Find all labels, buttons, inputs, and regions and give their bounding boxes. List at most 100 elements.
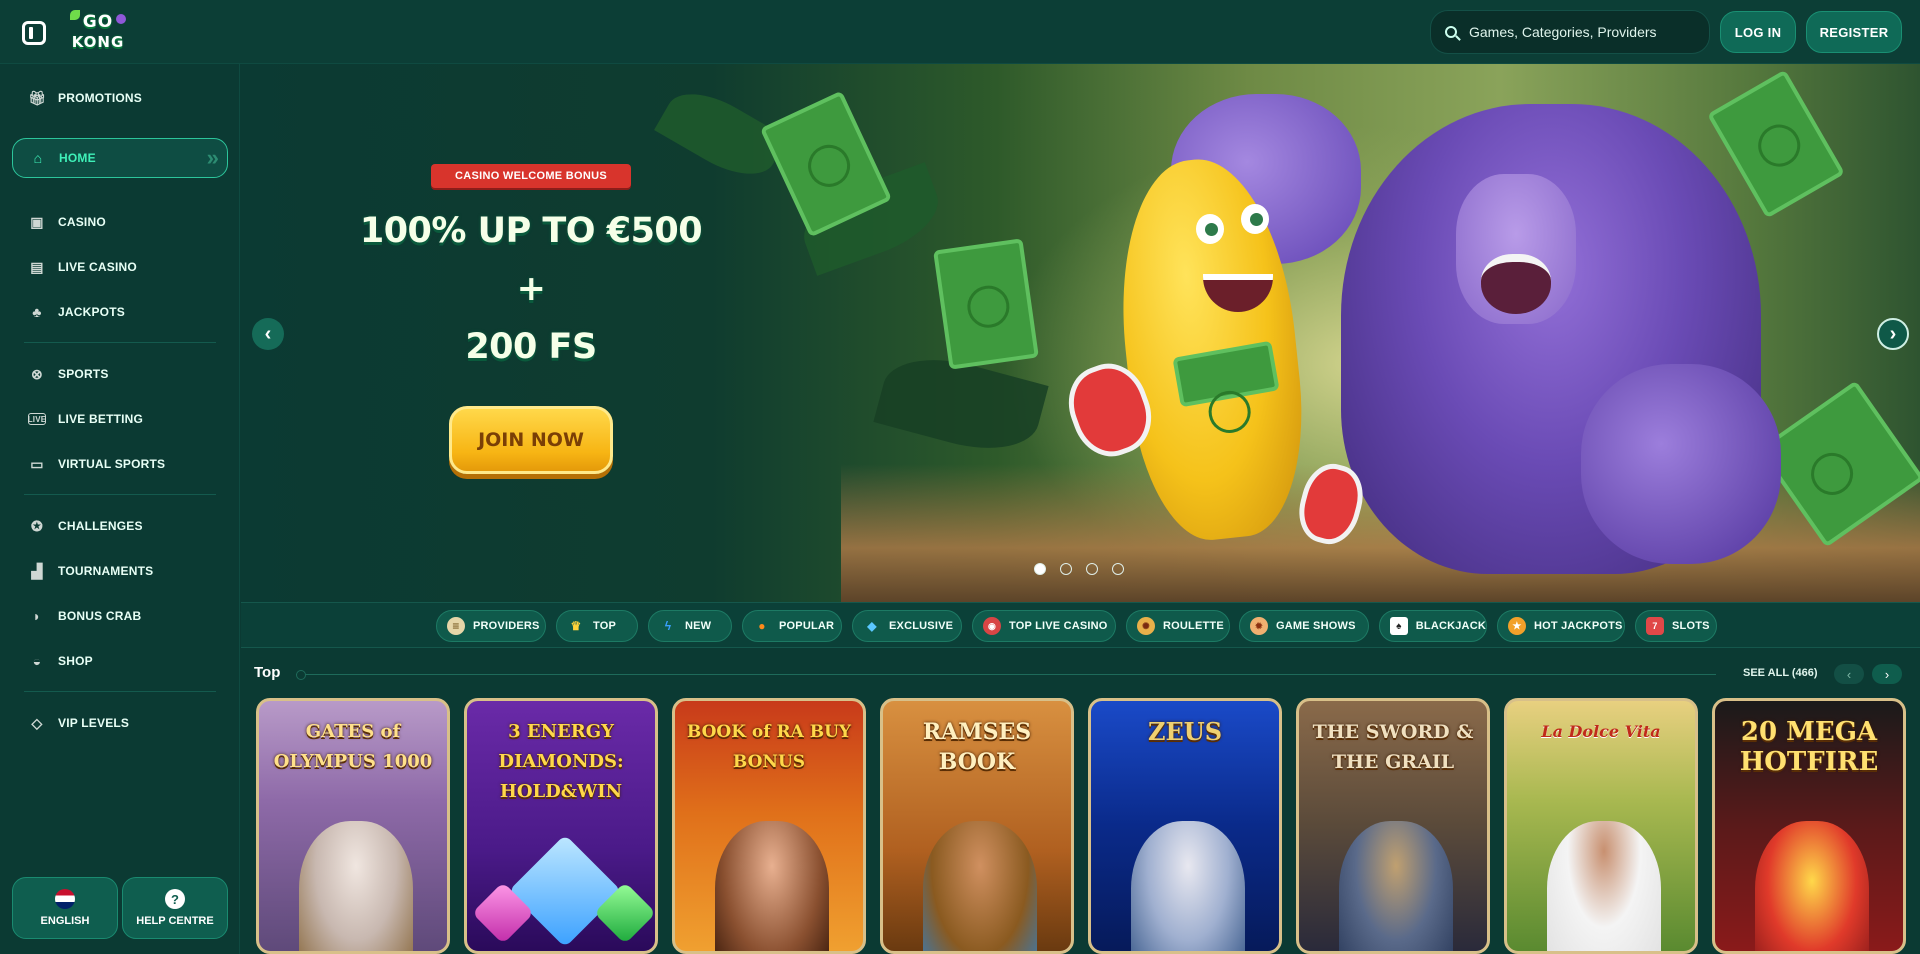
game-card[interactable]: 3 ENERGY DIAMONDS: HOLD&WIN	[464, 698, 658, 954]
category-popular[interactable]: ● POPULAR	[742, 610, 842, 642]
zeus-figure	[299, 821, 413, 951]
category-bar: ≡ PROVIDERS ♛ TOP ϟ NEW ● POPULAR ◆ EXCL…	[241, 602, 1920, 648]
roulette-icon: ✺	[1137, 617, 1155, 635]
category-blackjack[interactable]: ♠ BLACKJACK	[1379, 610, 1487, 642]
sidebar-item-bonus-crab[interactable]: ◗ BONUS CRAB	[12, 596, 228, 636]
register-button[interactable]: REGISTER	[1806, 11, 1902, 53]
sidebar-item-label: BONUS CRAB	[58, 609, 142, 623]
carousel-dot[interactable]	[1034, 563, 1046, 575]
section-divider	[296, 670, 1716, 680]
sidebar-item-live-casino[interactable]: ▤ LIVE CASINO	[12, 247, 228, 287]
game-card[interactable]: BOOK of RA BUY BONUS	[672, 698, 866, 954]
category-label: GAME SHOWS	[1276, 620, 1356, 632]
question-icon: ?	[165, 889, 185, 909]
sidebar-divider	[24, 691, 216, 692]
knight-figure	[1339, 821, 1453, 951]
games-prev-button[interactable]: ‹	[1834, 664, 1864, 684]
category-label: HOT JACKPOTS	[1534, 620, 1623, 632]
sidebar-item-challenges[interactable]: ✪ CHALLENGES	[12, 506, 228, 546]
chip-icon: ◉	[983, 617, 1001, 635]
game-card[interactable]: THE SWORD & THE GRAIL	[1296, 698, 1490, 954]
lightning-icon: ϟ	[664, 619, 672, 633]
see-all-link[interactable]: SEE ALL (466)	[1743, 667, 1818, 679]
category-game-shows[interactable]: ✹ GAME SHOWS	[1239, 610, 1369, 642]
category-label: TOP LIVE CASINO	[1009, 620, 1108, 632]
game-card[interactable]: La Dolce Vita	[1504, 698, 1698, 954]
jester-figure	[1755, 821, 1869, 951]
category-exclusive[interactable]: ◆ EXCLUSIVE	[852, 610, 962, 642]
category-label: PROVIDERS	[473, 620, 540, 632]
game-title: RAMSES BOOK	[922, 719, 1032, 775]
search-input[interactable]	[1469, 24, 1699, 40]
search-icon	[1445, 26, 1457, 38]
wheel-icon: ✹	[1250, 617, 1268, 635]
sidebar-item-tournaments[interactable]: ▟ TOURNAMENTS	[12, 551, 228, 591]
sidebar-item-promotions[interactable]: 🎁︎ PROMOTIONS	[12, 78, 228, 118]
language-button[interactable]: ENGLISH	[12, 877, 118, 939]
blue-diamond-icon	[508, 834, 622, 948]
hero-banner[interactable]: CASINO WELCOME BONUS 100% UP TO €500 + 2…	[241, 64, 1920, 602]
cash-bill-icon	[933, 238, 1039, 370]
logo-text-bottom: KONG	[71, 33, 125, 51]
sidebar-item-label: LIVE BETTING	[58, 412, 144, 426]
carousel-next-button[interactable]: ›	[1877, 318, 1909, 350]
carousel-prev-button[interactable]: ‹	[252, 318, 284, 350]
banana-eye	[1196, 214, 1224, 244]
game-card[interactable]: ZEUS	[1088, 698, 1282, 954]
help-centre-button[interactable]: ? HELP CENTRE	[122, 877, 228, 939]
podium-icon: ▟	[31, 562, 43, 579]
search-box[interactable]	[1430, 10, 1710, 54]
diamond-icon: ◆	[867, 619, 877, 633]
game-title: GATES of OLYMPUS 1000	[273, 721, 433, 772]
promo-block: CASINO WELCOME BONUS 100% UP TO €500 + 2…	[351, 164, 711, 474]
sidebar-item-label: SPORTS	[58, 367, 109, 381]
sidebar-item-label: JACKPOTS	[58, 305, 125, 319]
category-label: EXCLUSIVE	[889, 620, 954, 632]
language-label: ENGLISH	[40, 915, 90, 927]
ball-icon: ⊗	[31, 365, 43, 382]
sidebar-item-casino[interactable]: ▣ CASINO	[12, 202, 228, 242]
sidebar-item-label: LIVE CASINO	[58, 260, 137, 274]
promo-headline-line1: 100% UP TO €500 +	[359, 211, 703, 309]
category-roulette[interactable]: ✺ ROULETTE	[1126, 610, 1230, 642]
sidebar-item-sports[interactable]: ⊗ SPORTS	[12, 354, 228, 394]
monitor-icon: ▭	[30, 455, 44, 472]
home-icon: ⌂	[33, 150, 43, 166]
sidebar-item-virtual-sports[interactable]: ▭ VIRTUAL SPORTS	[12, 444, 228, 484]
gorilla-hand	[1581, 364, 1781, 564]
banana-eye	[1241, 204, 1269, 234]
claw-icon: ◗	[32, 608, 42, 624]
sidebar-item-live-betting[interactable]: LIVE LIVE BETTING	[12, 399, 228, 439]
game-card[interactable]: 20 MEGA HOTFIRE	[1712, 698, 1906, 954]
category-top-live-casino[interactable]: ◉ TOP LIVE CASINO	[972, 610, 1116, 642]
games-next-button[interactable]: ›	[1872, 664, 1902, 684]
fire-icon: ●	[758, 619, 766, 633]
gokong-logo[interactable]: GO KONG	[66, 8, 130, 56]
category-label: ROULETTE	[1163, 620, 1224, 632]
sidebar-item-label: HOME	[59, 151, 96, 165]
game-card[interactable]: RAMSES BOOK	[880, 698, 1074, 954]
sidebar-toggle-icon[interactable]	[22, 21, 46, 45]
category-top[interactable]: ♛ TOP	[556, 610, 638, 642]
cards-icon: ▤	[30, 258, 44, 275]
help-label: HELP CENTRE	[136, 915, 214, 927]
sidebar-divider	[24, 494, 216, 495]
carousel-dot[interactable]	[1060, 563, 1072, 575]
game-title: 20 MEGA HOTFIRE	[1739, 717, 1879, 777]
category-label: SLOTS	[1672, 620, 1710, 632]
sidebar-item-jackpots[interactable]: ♣ JACKPOTS	[12, 292, 228, 332]
category-new[interactable]: ϟ NEW	[648, 610, 732, 642]
join-now-button[interactable]: JOIN NOW	[449, 406, 613, 474]
category-hot-jackpots[interactable]: ★ HOT JACKPOTS	[1497, 610, 1625, 642]
carousel-dot[interactable]	[1086, 563, 1098, 575]
live-icon: LIVE	[27, 413, 47, 425]
game-card[interactable]: GATES of OLYMPUS 1000	[256, 698, 450, 954]
login-button[interactable]: LOG IN	[1720, 11, 1796, 53]
sidebar-item-shop[interactable]: ◒ SHOP	[12, 641, 228, 681]
carousel-dot[interactable]	[1112, 563, 1124, 575]
sidebar-item-vip-levels[interactable]: ◇ VIP LEVELS	[12, 703, 228, 743]
category-slots[interactable]: 7 SLOTS	[1635, 610, 1717, 642]
category-providers[interactable]: ≡ PROVIDERS	[436, 610, 546, 642]
man-figure	[1547, 821, 1661, 951]
sidebar-item-home[interactable]: ⌂ HOME	[12, 138, 228, 178]
